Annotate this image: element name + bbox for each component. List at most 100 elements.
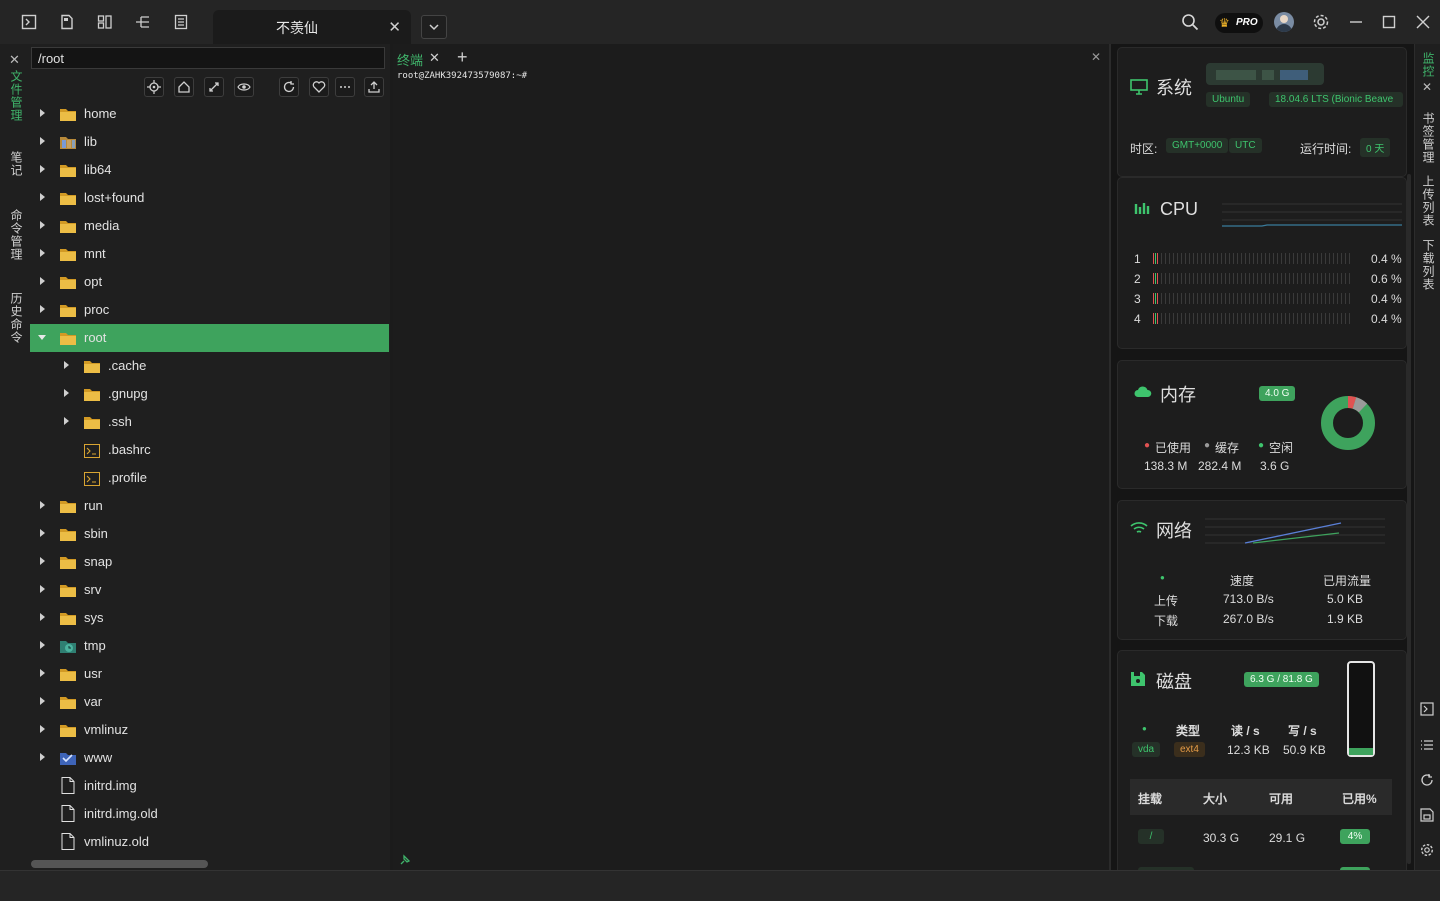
expand-button[interactable]: [204, 77, 224, 97]
tree-item-media[interactable]: media: [30, 212, 389, 240]
rail-item-uploads[interactable]: 上传列表: [1420, 175, 1437, 227]
rail-item-notes[interactable]: 笔记: [8, 151, 25, 177]
path-input[interactable]: [31, 47, 385, 69]
caret-right-icon[interactable]: [38, 529, 46, 537]
terminal-toggle-icon[interactable]: [21, 14, 37, 30]
home-button[interactable]: [174, 77, 194, 97]
caret-right-icon[interactable]: [62, 417, 70, 425]
caret-right-icon[interactable]: [38, 725, 46, 733]
maximize-icon[interactable]: [1379, 12, 1399, 32]
close-pane-icon[interactable]: ✕: [1091, 50, 1101, 64]
tree-item-www[interactable]: www: [30, 744, 389, 772]
split-icon[interactable]: [97, 14, 113, 30]
caret-right-icon[interactable]: [38, 277, 46, 285]
locate-button[interactable]: [144, 77, 164, 97]
tree-icon[interactable]: [135, 14, 151, 30]
close-panel-icon[interactable]: ✕: [9, 52, 20, 68]
caret-right-icon[interactable]: [38, 249, 46, 257]
tree-item-cache[interactable]: .cache: [30, 352, 389, 380]
tree-item-lib64[interactable]: lib64: [30, 156, 389, 184]
pin-icon[interactable]: [399, 854, 411, 866]
caret-right-icon[interactable]: [38, 613, 46, 621]
rail-item-history[interactable]: 历史命令: [8, 292, 25, 344]
tree-item-initrd-img-old[interactable]: initrd.img.old: [30, 800, 389, 828]
tree-item-sbin[interactable]: sbin: [30, 520, 389, 548]
tree-item-opt[interactable]: opt: [30, 268, 389, 296]
caret-right-icon[interactable]: [38, 697, 46, 705]
horizontal-scrollbar[interactable]: [31, 860, 208, 868]
more-button[interactable]: [335, 77, 355, 97]
list-icon[interactable]: [173, 14, 189, 30]
rail-item-bookmarks[interactable]: 书签管理: [1420, 112, 1437, 164]
tree-item-ssh[interactable]: .ssh: [30, 408, 389, 436]
cpu-usage-value: 0.6 %: [1371, 272, 1402, 286]
caret-right-icon[interactable]: [62, 361, 70, 369]
rail-item-files[interactable]: 文件管理: [8, 70, 25, 122]
folder-icon: [84, 416, 100, 429]
monitor-scrollbar[interactable]: [1407, 174, 1411, 864]
caret-right-icon[interactable]: [62, 389, 70, 397]
tree-item-vmlinuz[interactable]: vmlinuz: [30, 716, 389, 744]
caret-right-icon[interactable]: [38, 137, 46, 145]
terminal-icon[interactable]: [1420, 702, 1434, 716]
caret-down-icon[interactable]: [38, 333, 46, 341]
tree-item-tmp[interactable]: tmp: [30, 632, 389, 660]
tree-item-root[interactable]: root: [30, 324, 389, 352]
tree-item-sys[interactable]: sys: [30, 604, 389, 632]
show-hidden-button[interactable]: [234, 77, 254, 97]
caret-right-icon[interactable]: [38, 305, 46, 313]
pro-badge[interactable]: ♛ PRO: [1215, 13, 1263, 33]
list-view-icon[interactable]: [1420, 738, 1434, 752]
caret-right-icon[interactable]: [38, 557, 46, 565]
tree-item-run[interactable]: run: [30, 492, 389, 520]
refresh-icon[interactable]: [1420, 773, 1434, 787]
tree-item-mnt[interactable]: mnt: [30, 240, 389, 268]
caret-right-icon[interactable]: [38, 641, 46, 649]
tree-item-initrd-img[interactable]: initrd.img: [30, 772, 389, 800]
caret-right-icon[interactable]: [38, 753, 46, 761]
terminal-pane[interactable]: 终端 ✕ + ✕ root@ZAHK392473579087:~#: [393, 44, 1109, 870]
save-icon[interactable]: [1420, 808, 1434, 822]
upload-button[interactable]: [364, 77, 384, 97]
settings-gear-icon[interactable]: [1312, 13, 1332, 33]
gear-icon[interactable]: [1420, 843, 1434, 857]
tree-item-snap[interactable]: snap: [30, 548, 389, 576]
tree-item-lost-found[interactable]: lost+found: [30, 184, 389, 212]
tab-terminal[interactable]: 终端: [397, 50, 423, 69]
tree-item-lib[interactable]: lib: [30, 128, 389, 156]
tree-item-srv[interactable]: srv: [30, 576, 389, 604]
search-icon[interactable]: [1181, 13, 1201, 33]
tree-item-vmlinuz-old[interactable]: vmlinuz.old: [30, 828, 389, 856]
session-tab[interactable]: 不羡仙 ✕: [213, 10, 411, 44]
caret-right-icon[interactable]: [38, 501, 46, 509]
cpu-usage-bar: [1153, 273, 1353, 284]
tree-item-proc[interactable]: proc: [30, 296, 389, 324]
minimize-icon[interactable]: [1346, 12, 1366, 32]
tree-item-bashrc[interactable]: .bashrc: [30, 436, 389, 464]
tree-item-usr[interactable]: usr: [30, 660, 389, 688]
tree-item-gnupg[interactable]: .gnupg: [30, 380, 389, 408]
right-sidebar-rail: 监控 ✕ 书签管理 上传列表 下载列表: [1414, 44, 1440, 870]
favorite-button[interactable]: [309, 77, 329, 97]
caret-right-icon[interactable]: [38, 193, 46, 201]
caret-right-icon[interactable]: [38, 669, 46, 677]
close-tab-icon[interactable]: ✕: [429, 50, 440, 66]
tree-item-var[interactable]: var: [30, 688, 389, 716]
caret-right-icon[interactable]: [38, 221, 46, 229]
caret-right-icon[interactable]: [38, 109, 46, 117]
rail-item-monitor[interactable]: 监控: [1420, 52, 1437, 78]
close-icon[interactable]: ✕: [388, 18, 401, 36]
avatar[interactable]: [1274, 12, 1294, 32]
tree-item-home[interactable]: home: [30, 100, 389, 128]
add-tab-icon[interactable]: +: [457, 47, 468, 68]
refresh-button[interactable]: [279, 77, 299, 97]
tree-item-profile[interactable]: .profile: [30, 464, 389, 492]
rail-item-commands[interactable]: 命令管理: [8, 209, 25, 261]
caret-right-icon[interactable]: [38, 165, 46, 173]
close-window-icon[interactable]: [1413, 12, 1433, 32]
close-monitor-icon[interactable]: ✕: [1422, 80, 1432, 94]
rail-item-downloads[interactable]: 下载列表: [1420, 239, 1437, 291]
file-icon[interactable]: [59, 14, 75, 30]
tab-dropdown-button[interactable]: [421, 15, 447, 39]
caret-right-icon[interactable]: [38, 585, 46, 593]
